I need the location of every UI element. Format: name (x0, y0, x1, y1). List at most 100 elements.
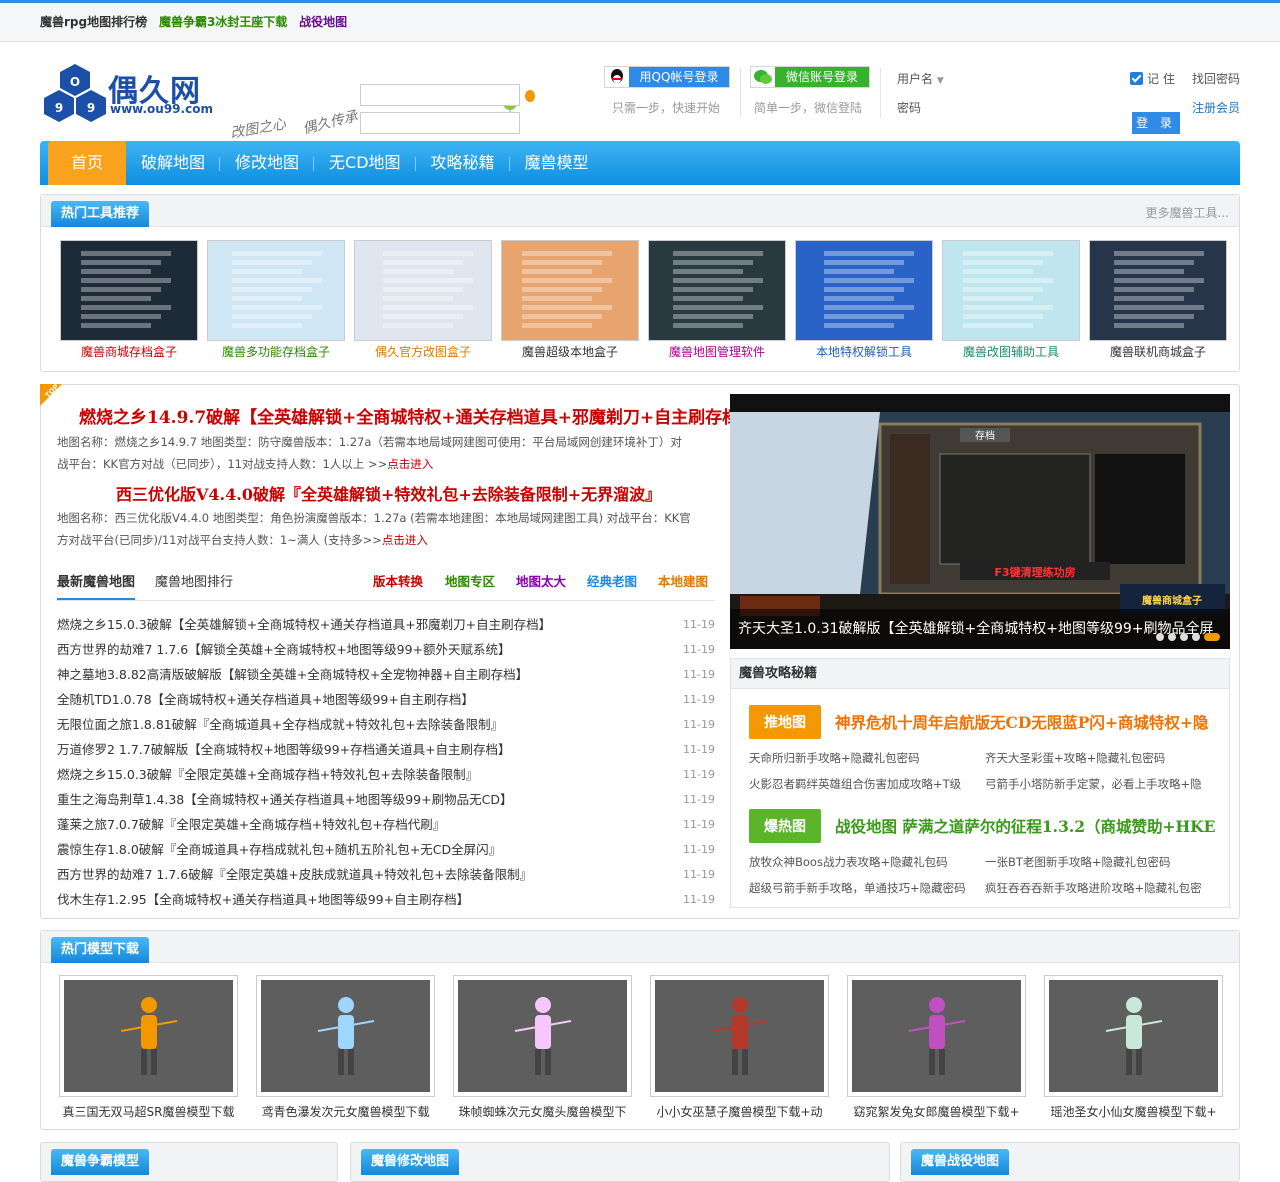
slide-caption[interactable]: 齐天大圣1.0.31破解版【全英雄解锁+全商城特权+地图等级99+刷物品全屏 (730, 609, 1230, 649)
guide-row-2-title[interactable]: 战役地图 萨满之道萨尔的征程1.3.2（商城赞助+HKE (835, 815, 1215, 837)
slideshow[interactable]: 存档 F3键清理练功房 魔兽商城盒子 齐天大圣1.0.31破解版【全英雄解锁+全… (730, 394, 1230, 649)
tool-thumbnail[interactable] (501, 240, 639, 341)
list-item[interactable]: 燃烧之乡15.0.3破解【全英雄解锁+全商城特权+通关存档道具+邪魔剃刀+自主刷… (57, 612, 715, 637)
tool-label[interactable]: 偶久官方改图盒子 (354, 343, 492, 360)
tool-item[interactable]: 魔兽联机商城盒子 (1089, 240, 1227, 360)
model-label[interactable]: 瑶池圣女小仙女魔兽模型下载+ (1044, 1103, 1223, 1120)
slide-dot[interactable] (1156, 633, 1164, 641)
list-item-title[interactable]: 神之墓地3.8.82高清版破解版【解锁全英雄+全商城特权+全宠物神器+自主刷存档… (57, 662, 528, 687)
model-label[interactable]: 鸢青色瀑发次元女魔兽模型下载 (256, 1103, 435, 1120)
wechat-login-button[interactable]: 微信账号登录 (750, 66, 870, 88)
model-thumbnail[interactable] (453, 975, 632, 1097)
password-input[interactable] (360, 112, 520, 134)
nav-nocd-maps[interactable]: 无CD地图 (314, 141, 416, 185)
guide-link[interactable]: 放牧众神Boos战力表攻略+隐藏礼包码 (749, 854, 948, 870)
slide-dot-active[interactable] (1204, 633, 1220, 641)
tool-label[interactable]: 本地特权解锁工具 (795, 343, 933, 360)
tool-item[interactable]: 魔兽多功能存档盒子 (207, 240, 345, 360)
model-thumbnail[interactable] (847, 975, 1026, 1097)
guide-link[interactable]: 一张BT老图新手攻略+隐藏礼包密码 (985, 854, 1171, 870)
list-item-title[interactable]: 重生之海岛荆草1.4.38【全商城特权+通关存档道具+地图等级99+刷物品无CD… (57, 787, 512, 812)
tool-thumbnail[interactable] (648, 240, 786, 341)
tool-label[interactable]: 魔兽改图辅助工具 (942, 343, 1080, 360)
checkbox-icon[interactable] (1130, 72, 1143, 85)
list-item[interactable]: 西方世界的劫难7 1.7.6【解锁全英雄+全商城特权+地图等级99+额外天赋系统… (57, 637, 715, 662)
tool-label[interactable]: 魔兽商城存档盒子 (60, 343, 198, 360)
model-item[interactable]: 珠帧蜘蛛次元女魔头魔兽模型下 (453, 975, 632, 1120)
username-input[interactable] (360, 84, 520, 106)
tab-latest-maps[interactable]: 最新魔兽地图 (57, 571, 136, 600)
list-item-title[interactable]: 燃烧之乡15.0.3破解『全限定英雄+全商城存档+特效礼包+去除装备限制』 (57, 762, 478, 787)
nav-guides[interactable]: 攻略秘籍 (416, 141, 510, 185)
tool-thumbnail[interactable] (60, 240, 198, 341)
model-thumbnail[interactable] (650, 975, 829, 1097)
tool-item[interactable]: 魔兽商城存档盒子 (60, 240, 198, 360)
slide-dots[interactable] (1152, 633, 1220, 641)
nav-home[interactable]: 首页 (48, 141, 126, 185)
nav-models[interactable]: 魔兽模型 (510, 141, 604, 185)
list-item-title[interactable]: 燃烧之乡15.0.3破解【全英雄解锁+全商城特权+通关存档道具+邪魔剃刀+自主刷… (57, 612, 551, 637)
tool-label[interactable]: 魔兽超级本地盒子 (501, 343, 639, 360)
tab-map-rank[interactable]: 魔兽地图排行 (155, 571, 233, 590)
model-label[interactable]: 珠帧蜘蛛次元女魔头魔兽模型下 (453, 1103, 632, 1120)
list-item-title[interactable]: 全随机TD1.0.78【全商城特权+通关存档道具+地图等级99+自主刷存档】 (57, 687, 474, 712)
tool-item[interactable]: 魔兽超级本地盒子 (501, 240, 639, 360)
headline-2[interactable]: 西三优化版V4.4.0破解『全英雄解锁+特效礼包+去除装备限制+无界溜波』 (116, 481, 661, 505)
tool-item[interactable]: 本地特权解锁工具 (795, 240, 933, 360)
tool-item[interactable]: 魔兽地图管理软件 (648, 240, 786, 360)
model-item[interactable]: 瑶池圣女小仙女魔兽模型下载+ (1044, 975, 1223, 1120)
quick-link[interactable]: 本地建图 (658, 571, 708, 590)
login-button[interactable]: 登 录 (1132, 112, 1180, 134)
list-item-title[interactable]: 伐木生存1.2.95【全商城特权+通关存档道具+地图等级99+自主刷存档】 (57, 887, 469, 912)
model-thumbnail[interactable] (256, 975, 435, 1097)
model-item[interactable]: 窈窕絮发兔女郎魔兽模型下载+ (847, 975, 1026, 1120)
quick-link[interactable]: 地图太大 (516, 571, 566, 590)
site-logo[interactable]: O 9 9 偶久网 www.ou99.com (44, 62, 224, 122)
list-item-title[interactable]: 西方世界的劫难7 1.7.6【解锁全英雄+全商城特权+地图等级99+额外天赋系统… (57, 637, 511, 662)
slide-dot[interactable] (1180, 633, 1188, 641)
top-link-download[interactable]: 魔兽争霸3冰封王座下载 (159, 15, 287, 29)
model-label[interactable]: 真三国无双马超SR魔兽模型下载 (59, 1103, 238, 1120)
guide-link[interactable]: 齐天大圣彩蛋+攻略+隐藏礼包密码 (985, 750, 1165, 766)
find-password-link[interactable]: 找回密码 (1192, 70, 1240, 87)
list-item-title[interactable]: 无限位面之旅1.8.81破解『全商城道具+全存档成就+特效礼包+去除装备限制』 (57, 712, 503, 737)
model-label[interactable]: 小小女巫慧子魔兽模型下载+动 (650, 1103, 829, 1120)
model-thumbnail[interactable] (1044, 975, 1223, 1097)
top-link-rank[interactable]: 魔兽rpg地图排行榜 (40, 15, 147, 29)
tool-item[interactable]: 魔兽改图辅助工具 (942, 240, 1080, 360)
top-link-campaign[interactable]: 战役地图 (299, 15, 347, 29)
quick-link[interactable]: 版本转换 (373, 571, 423, 590)
enter-link[interactable]: 点击进入 (382, 533, 428, 547)
model-item[interactable]: 真三国无双马超SR魔兽模型下载 (59, 975, 238, 1120)
tool-label[interactable]: 魔兽多功能存档盒子 (207, 343, 345, 360)
tool-label[interactable]: 魔兽联机商城盒子 (1089, 343, 1227, 360)
guide-row-1-title[interactable]: 神界危机十周年启航版无CD无限蓝P闪+商城特权+隐 (835, 711, 1208, 733)
list-item[interactable]: 西方世界的劫难7 1.7.6破解『全限定英雄+皮肤成就道具+特效礼包+去除装备限… (57, 862, 715, 887)
list-item-title[interactable]: 西方世界的劫难7 1.7.6破解『全限定英雄+皮肤成就道具+特效礼包+去除装备限… (57, 862, 532, 887)
tool-thumbnail[interactable] (354, 240, 492, 341)
register-link[interactable]: 注册会员 (1192, 99, 1240, 116)
tool-label[interactable]: 魔兽地图管理软件 (648, 343, 786, 360)
enter-link[interactable]: 点击进入 (387, 457, 433, 471)
nav-cracked-maps[interactable]: 破解地图 (126, 141, 221, 185)
list-item[interactable]: 万道修罗2 1.7.7破解版【全商城特权+地图等级99+存档通关道具+自主刷存档… (57, 737, 715, 762)
guide-link[interactable]: 天命所归新手攻略+隐藏礼包密码 (749, 750, 920, 766)
tool-item[interactable]: 偶久官方改图盒子 (354, 240, 492, 360)
tools-more-link[interactable]: 更多魔兽工具... (1146, 204, 1229, 221)
slide-dot[interactable] (1168, 633, 1176, 641)
list-item-title[interactable]: 震惊生存1.8.0破解『全商城道具+存档成就礼包+随机五阶礼包+无CD全屏闪』 (57, 837, 501, 862)
tool-thumbnail[interactable] (795, 240, 933, 341)
quick-link[interactable]: 地图专区 (445, 571, 495, 590)
list-item[interactable]: 燃烧之乡15.0.3破解『全限定英雄+全商城存档+特效礼包+去除装备限制』 11-… (57, 762, 715, 787)
list-item[interactable]: 重生之海岛荆草1.4.38【全商城特权+通关存档道具+地图等级99+刷物品无CD… (57, 787, 715, 812)
list-item[interactable]: 蓬莱之旅7.0.7破解『全限定英雄+全商城存档+特效礼包+存档代刷』 11-19 (57, 812, 715, 837)
guide-link[interactable]: 疯狂吞吞吞新手攻略进阶攻略+隐藏礼包密 (985, 880, 1202, 896)
tool-thumbnail[interactable] (942, 240, 1080, 341)
model-thumbnail[interactable] (59, 975, 238, 1097)
list-item[interactable]: 神之墓地3.8.82高清版破解版【解锁全英雄+全商城特权+全宠物神器+自主刷存档… (57, 662, 715, 687)
remember-checkbox[interactable]: 记 住 (1130, 70, 1175, 87)
headline-1[interactable]: 燃烧之乡14.9.7破解【全英雄解锁+全商城特权+通关存档道具+邪魔剃刀+自主刷… (79, 403, 739, 428)
guide-link[interactable]: 超级弓箭手新手攻略，单通技巧+隐藏密码 (749, 880, 966, 896)
list-item[interactable]: 全随机TD1.0.78【全商城特权+通关存档道具+地图等级99+自主刷存档】 11… (57, 687, 715, 712)
tool-thumbnail[interactable] (1089, 240, 1227, 341)
